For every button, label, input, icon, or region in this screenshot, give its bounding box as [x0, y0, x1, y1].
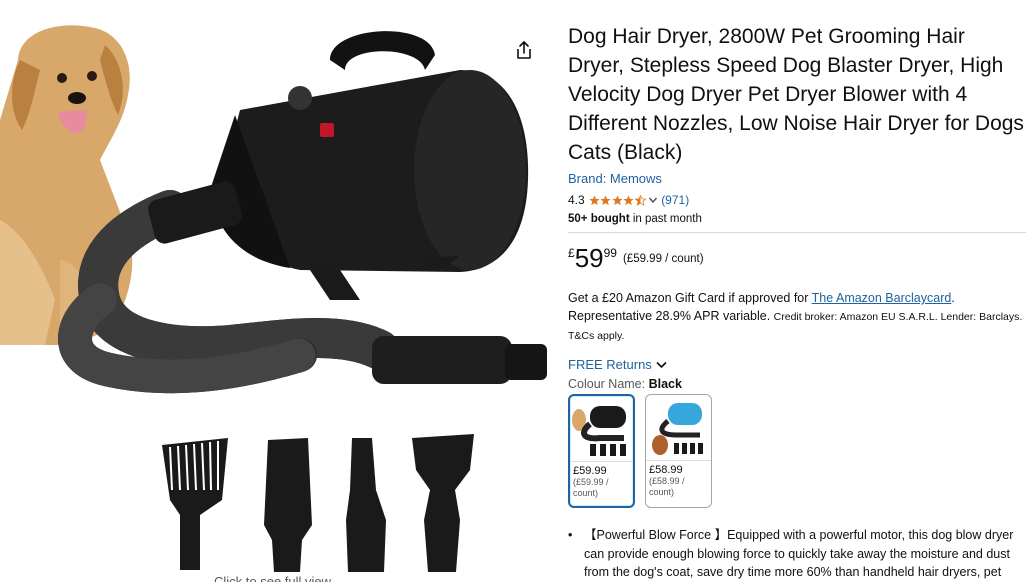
half-star-icon [634, 194, 646, 206]
feature-bullet: 【Powerful Blow Force 】Equipped with a po… [584, 528, 1014, 579]
chevron-down-icon[interactable] [648, 195, 658, 205]
colour-name-label: Colour Name: [568, 377, 649, 391]
product-image-area[interactable]: Click to see full view [0, 0, 560, 582]
swatch-blue-image [646, 395, 711, 461]
swatch-price: £58.99 [649, 464, 683, 476]
star-rating[interactable] [589, 194, 647, 206]
nozzle-attachments [162, 434, 474, 572]
star-icon [623, 194, 634, 205]
swatch-black[interactable]: £59.99 (£59.99 / count) [568, 394, 635, 508]
chevron-down-icon [656, 361, 667, 368]
bullet-dot: • [568, 528, 573, 542]
colour-name: Colour Name: Black [568, 377, 1024, 391]
star-icon [589, 194, 600, 205]
share-icon [517, 41, 531, 59]
product-title: Dog Hair Dryer, 2800W Pet Grooming Hair … [568, 25, 1024, 164]
swatch-blue[interactable]: £58.99 (£58.99 / count) [645, 394, 712, 508]
swatch-black-image [570, 396, 633, 462]
brand-link[interactable]: Brand: Memows [568, 171, 1024, 186]
share-button[interactable] [510, 36, 538, 64]
click-full-view-link[interactable]: Click to see full view [214, 574, 331, 582]
gift-prefix: Get a £20 Amazon Gift Card if approved f… [568, 291, 812, 305]
price-currency: £ [568, 246, 575, 260]
swatch-unit: count) [649, 487, 675, 497]
colour-swatches: £59.99 (£59.99 / count) £58.99 (£58.99 /… [568, 394, 1024, 508]
swatch-unit: (£59.99 / [573, 477, 609, 487]
price-per-unit: (£59.99 / count) [622, 253, 704, 265]
free-returns-link[interactable]: FREE Returns [568, 357, 1024, 372]
gift-card-offer: Get a £20 Amazon Gift Card if approved f… [568, 289, 1024, 345]
free-returns-label: FREE Returns [568, 357, 652, 372]
bought-count: 50+ bought [568, 213, 630, 225]
star-icon [612, 194, 623, 205]
swatch-unit: (£58.99 / [649, 476, 685, 486]
colour-selected-value: Black [648, 377, 682, 391]
price-whole: 59 [574, 243, 604, 273]
product-info: Dog Hair Dryer, 2800W Pet Grooming Hair … [568, 22, 1026, 582]
star-icon [600, 194, 611, 205]
dryer-body [148, 31, 529, 300]
bought-info: 50+ bought in past month [568, 213, 1024, 225]
barclaycard-link[interactable]: The Amazon Barclaycard [812, 291, 952, 305]
swatch-unit: count) [573, 488, 599, 498]
swatch-price: £59.99 [573, 465, 607, 477]
price-fraction: 99 [603, 246, 617, 260]
price: £ 59 99 (£59.99 / count) [568, 243, 1024, 275]
divider [568, 232, 1026, 233]
feature-bullets: • 【Powerful Blow Force 】Equipped with a … [568, 526, 1024, 582]
rating-value: 4.3 [568, 193, 585, 207]
product-image[interactable] [0, 0, 560, 582]
rating-row: 4.3 (971) [568, 191, 1024, 209]
bought-period: in past month [629, 213, 702, 225]
rating-count-link[interactable]: (971) [661, 193, 689, 207]
